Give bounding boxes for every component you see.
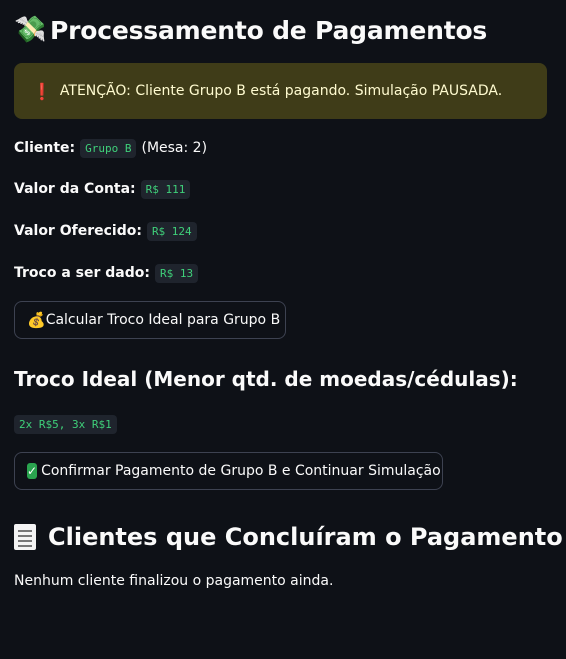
client-label: Cliente: bbox=[14, 140, 76, 156]
page-title-text: Processamento de Pagamentos bbox=[50, 15, 488, 45]
receipt-icon bbox=[14, 524, 36, 550]
ideal-change-value: 2x R$5, 3x R$1 bbox=[14, 414, 117, 434]
bill-row: Valor da Conta: R$ 111 bbox=[14, 178, 191, 200]
ideal-change-heading: Troco Ideal (Menor qtd. de moedas/cédula… bbox=[14, 367, 518, 391]
client-row: Cliente: Grupo B (Mesa: 2) bbox=[14, 137, 207, 159]
confirm-payment-button[interactable]: ✓ Confirmar Pagamento de Grupo B e Conti… bbox=[14, 452, 443, 490]
offered-value: R$ 124 bbox=[146, 221, 197, 241]
completed-clients-heading: Clientes que Concluíram o Pagamento bbox=[14, 519, 563, 555]
confirm-payment-label: Confirmar Pagamento de Grupo B e Continu… bbox=[41, 463, 441, 479]
calculate-change-label: Calcular Troco Ideal para Grupo B bbox=[45, 312, 281, 328]
page-title: 💸 Processamento de Pagamentos bbox=[14, 12, 487, 48]
offered-label: Valor Oferecido: bbox=[14, 223, 142, 239]
warning-alert: ❗ ATENÇÃO: Cliente Grupo B está pagando.… bbox=[14, 63, 547, 119]
change-row: Troco a ser dado: R$ 13 bbox=[14, 262, 199, 284]
completed-clients-heading-text: Clientes que Concluíram o Pagamento bbox=[48, 523, 563, 551]
table-info: (Mesa: 2) bbox=[141, 140, 208, 156]
change-value: R$ 13 bbox=[154, 263, 199, 283]
ideal-change-row: 2x R$5, 3x R$1 bbox=[14, 413, 117, 435]
money-bag-icon: 💰 bbox=[27, 310, 46, 329]
no-clients-text: Nenhum cliente finalizou o pagamento ain… bbox=[14, 573, 334, 589]
calculate-change-button[interactable]: 💰 Calcular Troco Ideal para Grupo B bbox=[14, 301, 286, 339]
bill-value: R$ 111 bbox=[140, 179, 191, 199]
money-with-wings-icon: 💸 bbox=[14, 15, 47, 45]
offered-row: Valor Oferecido: R$ 124 bbox=[14, 220, 197, 242]
alert-text: ATENÇÃO: Cliente Grupo B está pagando. S… bbox=[59, 83, 503, 99]
check-mark-icon: ✓ bbox=[27, 463, 38, 479]
bill-label: Valor da Conta: bbox=[14, 181, 136, 197]
exclamation-icon: ❗ bbox=[32, 81, 52, 101]
client-value: Grupo B bbox=[80, 138, 137, 158]
change-label: Troco a ser dado: bbox=[14, 265, 150, 281]
